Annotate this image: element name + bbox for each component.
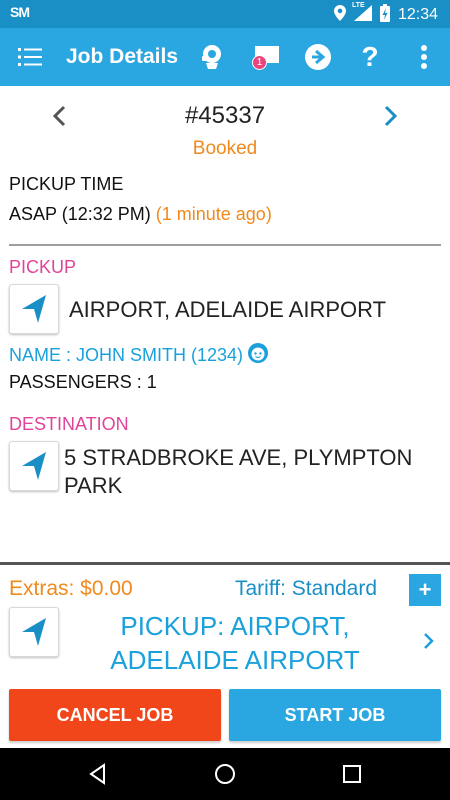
battery-icon (379, 4, 390, 26)
more-vert-icon[interactable] (408, 41, 440, 73)
destination-label: DESTINATION (9, 414, 129, 434)
menu-icon[interactable] (18, 46, 42, 68)
pickup-navigate-button[interactable] (9, 284, 59, 334)
pickup-time-row: ASAP (12:32 PM) (1 minute ago) (9, 204, 272, 225)
page-title: Job Details (66, 45, 179, 68)
clock: 12:34 (397, 6, 438, 23)
destination-navigate-button[interactable] (9, 441, 59, 491)
recents-icon[interactable] (340, 762, 364, 786)
message-count-badge: 1 (252, 55, 267, 70)
passengers: PASSENGERS : 1 (9, 372, 157, 392)
chevron-right-icon[interactable] (420, 631, 438, 651)
cancel-job-button[interactable]: CANCEL JOB (9, 689, 221, 741)
next-stop-line-2: ADELAIDE AIRPORT (110, 645, 360, 675)
navigation-arrow-icon (22, 295, 46, 323)
next-job-chevron-icon[interactable] (378, 104, 402, 128)
signal-icon: LTE (351, 2, 372, 25)
help-icon[interactable]: ? (354, 41, 386, 73)
next-stop-line-1: PICKUP: AIRPORT, (120, 611, 350, 641)
extras-amount: Extras: $0.00 (9, 577, 133, 600)
navigation-arrow-icon (22, 452, 46, 480)
home-icon[interactable] (213, 762, 237, 786)
next-stop-navigate-button[interactable] (9, 607, 59, 657)
destination-address: 5 STRADBROKE AVE, PLYMPTON PARK (64, 445, 413, 498)
add-extras-button[interactable]: + (409, 574, 441, 606)
app-bar: Job Details 1 ? (0, 28, 450, 86)
pickup-address: AIRPORT, ADELAIDE AIRPORT (69, 297, 387, 322)
passenger-name-row[interactable]: NAME : JOHN SMITH (1234) (9, 342, 269, 369)
back-icon[interactable] (86, 762, 110, 786)
next-stop-summary[interactable]: PICKUP: AIRPORT, ADELAIDE AIRPORT (80, 609, 390, 677)
network-type: LTE (351, 2, 365, 9)
chat-icon[interactable]: 1 (250, 41, 282, 73)
passenger-name: NAME : JOHN SMITH (1234) (9, 345, 244, 365)
pickup-time-label: PICKUP TIME (9, 174, 124, 194)
job-details-content: #45337 Booked PICKUP TIME ASAP (12:32 PM… (0, 86, 450, 562)
meter-icon[interactable] (196, 41, 228, 73)
tariff[interactable]: Tariff: Standard (235, 577, 377, 601)
location-icon (333, 5, 346, 25)
start-job-button[interactable]: START JOB (229, 689, 441, 741)
status-bar: SM LTE 12:34 (0, 0, 450, 28)
navigation-arrow-icon (22, 618, 46, 646)
divider (9, 244, 441, 246)
bottom-panel: Extras: $0.00 Tariff: Standard + PICKUP:… (0, 562, 450, 746)
pickup-time-value: ASAP (12:32 PM) (9, 204, 151, 224)
navigation-share-icon[interactable] (302, 41, 334, 73)
pickup-label: PICKUP (9, 257, 77, 277)
system-navigation-bar (0, 748, 450, 800)
pickup-time-relative: (1 minute ago) (155, 204, 272, 224)
app-logo: SM (10, 4, 30, 20)
face-icon (247, 342, 269, 369)
job-status: Booked (192, 138, 258, 159)
